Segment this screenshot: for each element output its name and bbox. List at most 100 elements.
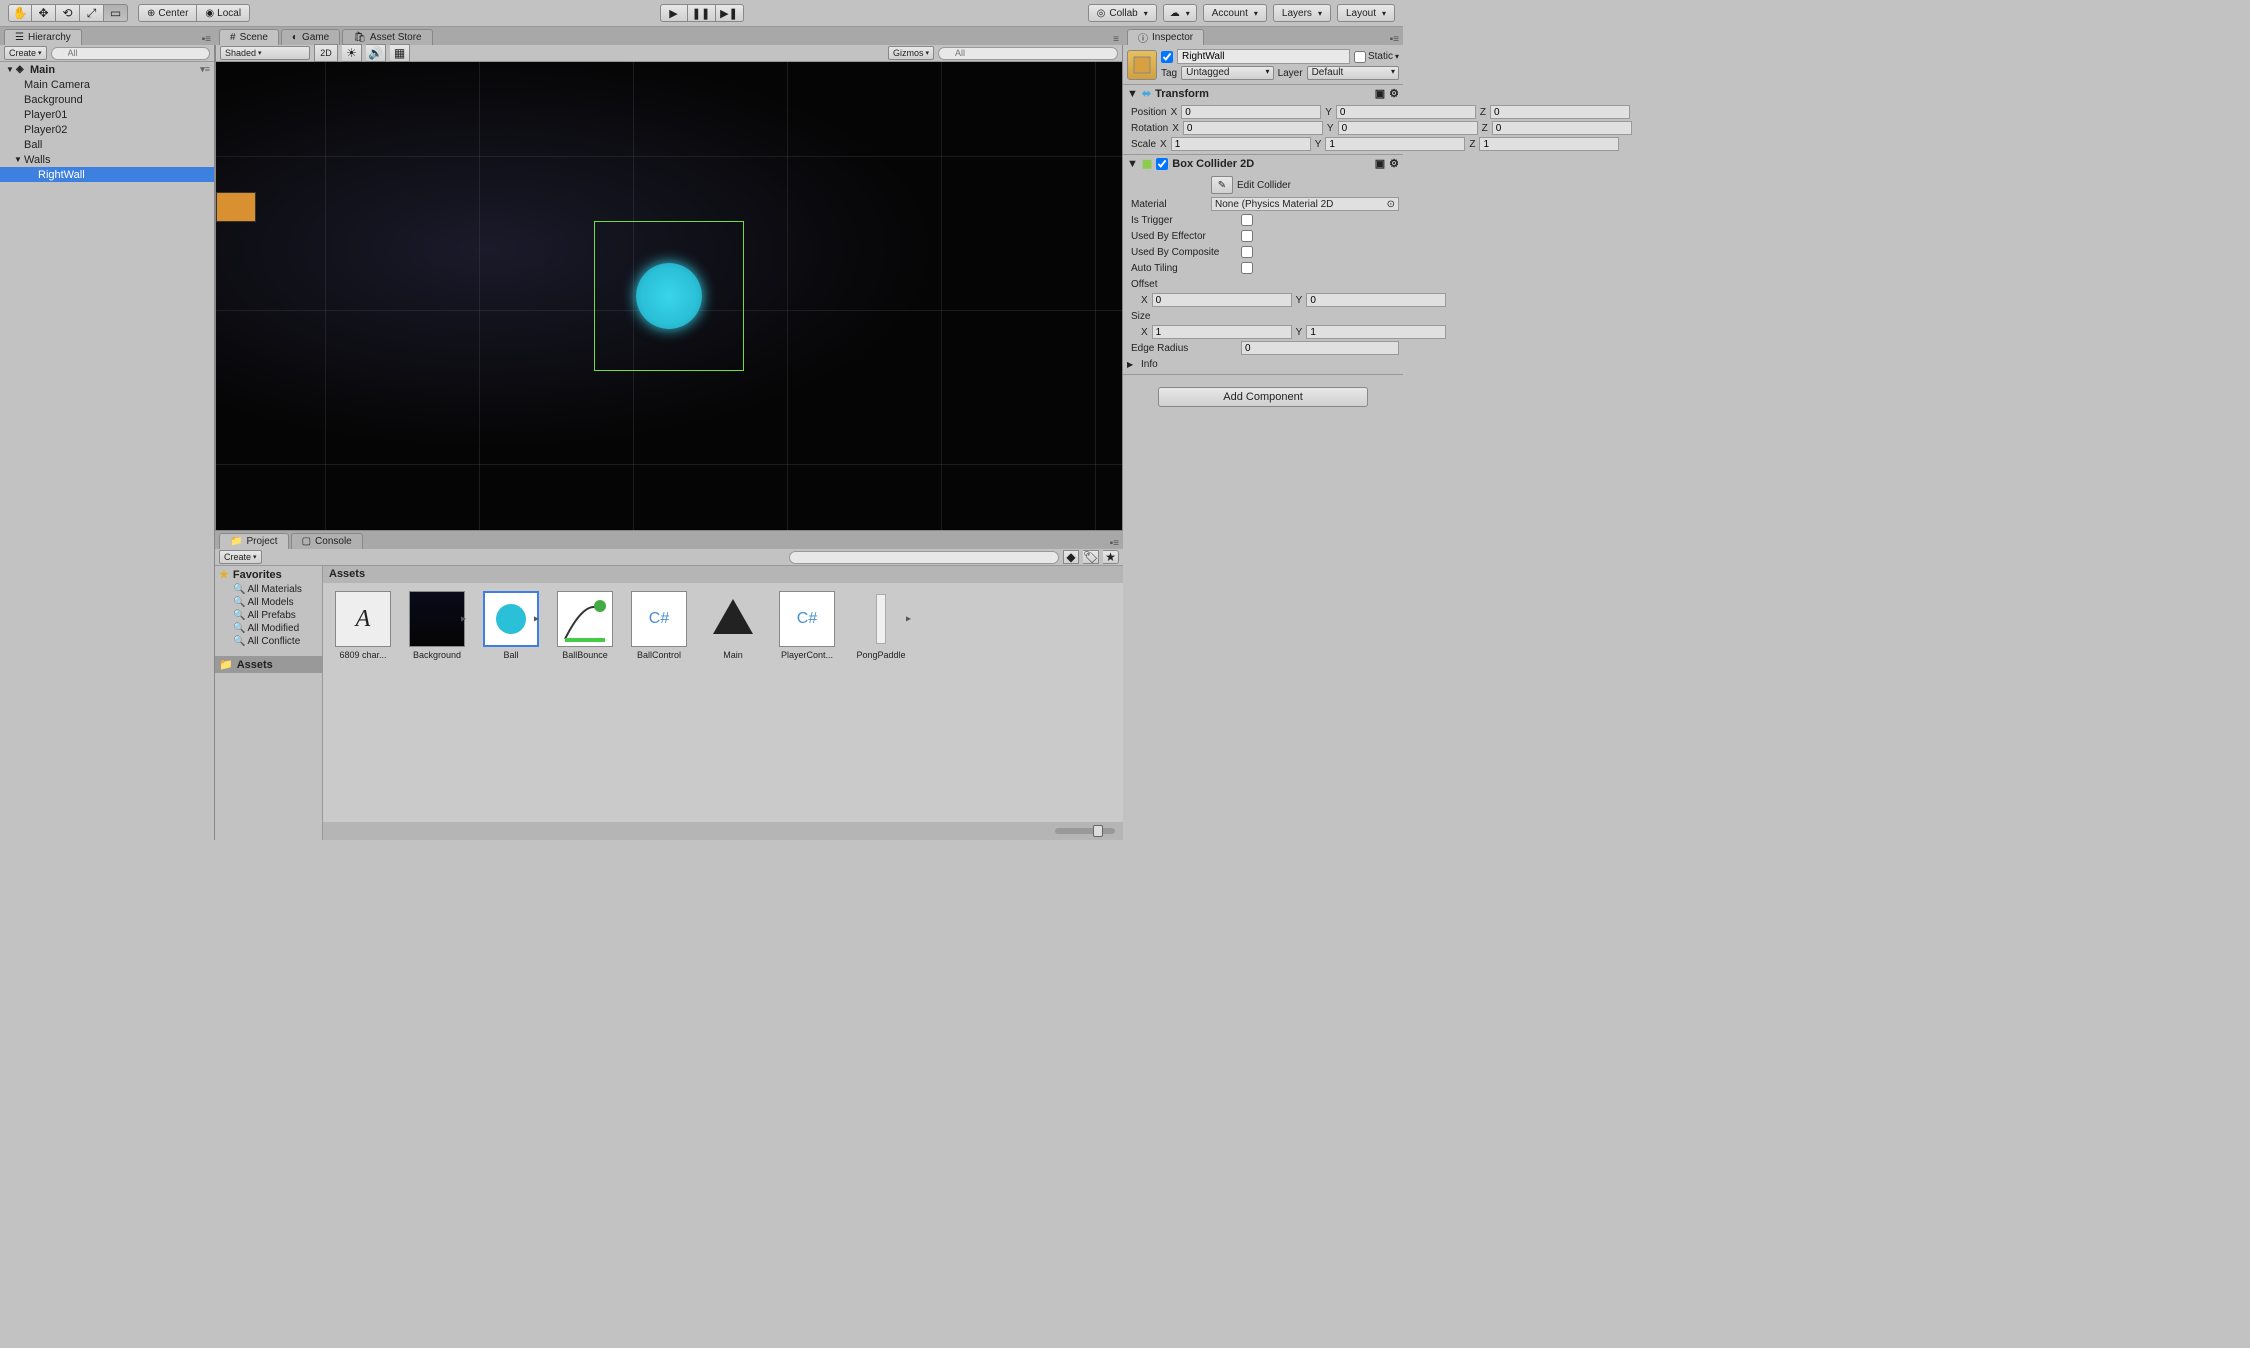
position-x-input[interactable]	[1181, 105, 1321, 119]
gizmos-dropdown[interactable]: Gizmos	[888, 46, 934, 60]
gameobject-name-input[interactable]	[1177, 49, 1350, 64]
asset-ballcontrol[interactable]: C#BallControl	[627, 591, 691, 660]
used-by-effector-checkbox[interactable]	[1241, 230, 1253, 242]
audio-toggle[interactable]: 🔊	[366, 44, 386, 62]
light-toggle[interactable]: ☀	[342, 44, 362, 62]
cloud-button[interactable]: ☁	[1163, 4, 1197, 22]
tab-project[interactable]: 📁Project	[219, 533, 289, 549]
scale-y-input[interactable]	[1325, 137, 1465, 151]
hierarchy-item-rightwall[interactable]: RightWall	[0, 167, 214, 182]
scale-x-input[interactable]	[1171, 137, 1311, 151]
edge-radius-input[interactable]	[1241, 341, 1399, 355]
gear-icon[interactable]: ⚙	[1389, 157, 1399, 170]
move-tool[interactable]: ✥	[32, 4, 56, 22]
rotate-tool[interactable]: ⟲	[56, 4, 80, 22]
rotation-x-input[interactable]	[1183, 121, 1323, 135]
favorite-all-models[interactable]: 🔍All Models	[215, 596, 322, 609]
size-y-input[interactable]	[1306, 325, 1446, 339]
offset-y-input[interactable]	[1306, 293, 1446, 307]
favorite-all-materials[interactable]: 🔍All Materials	[215, 583, 322, 596]
pivot-center-button[interactable]: ⊕Center	[138, 4, 197, 22]
help-icon[interactable]: ▣	[1375, 157, 1385, 170]
tab-asset-store[interactable]: 🛍Asset Store	[342, 29, 432, 45]
tab-console[interactable]: ▢Console	[291, 533, 363, 549]
is-trigger-checkbox[interactable]	[1241, 214, 1253, 226]
help-icon[interactable]: ▣	[1375, 87, 1385, 100]
tab-inspector[interactable]: ⓘInspector	[1127, 29, 1204, 45]
fx-toggle[interactable]: ▦	[390, 44, 410, 62]
mode-2d-toggle[interactable]: 2D	[314, 44, 338, 62]
tab-game[interactable]: ◐Game	[281, 29, 340, 45]
favorite-all-prefabs[interactable]: 🔍All Prefabs	[215, 609, 322, 622]
tag-dropdown[interactable]: Untagged	[1181, 66, 1273, 80]
gameobject-icon[interactable]	[1127, 50, 1157, 80]
assets-folder[interactable]: 📁Assets	[215, 656, 322, 673]
hierarchy-list[interactable]: ▼◈Main▾≡ Main Camera Background Player01…	[0, 62, 214, 840]
step-button[interactable]: ▶❚	[716, 4, 744, 22]
scale-z-input[interactable]	[1479, 137, 1619, 151]
pivot-local-button[interactable]: ◉Local	[197, 4, 250, 22]
tab-scene[interactable]: #Scene	[219, 29, 279, 45]
hierarchy-item-camera[interactable]: Main Camera	[0, 77, 214, 92]
used-by-composite-checkbox[interactable]	[1241, 246, 1253, 258]
shading-dropdown[interactable]: Shaded	[220, 46, 310, 60]
hierarchy-panel-menu[interactable]: ▪≡	[202, 34, 215, 45]
add-component-button[interactable]: Add Component	[1158, 387, 1368, 407]
object-picker-icon[interactable]: ⊙	[1387, 199, 1395, 210]
hierarchy-item-walls[interactable]: ▼Walls	[0, 152, 214, 167]
breadcrumb[interactable]: Assets	[323, 566, 1123, 583]
offset-x-input[interactable]	[1152, 293, 1292, 307]
asset-pongpaddle[interactable]: ▸PongPaddle	[849, 591, 913, 660]
favorite-all-modified[interactable]: 🔍All Modified	[215, 622, 322, 635]
boxcollider-header[interactable]: ▼ ▦ Box Collider 2D ▣ ⚙	[1123, 155, 1403, 172]
project-panel-menu[interactable]: ▪≡	[1110, 538, 1123, 549]
material-field[interactable]: None (Physics Material 2D⊙	[1211, 197, 1399, 211]
hierarchy-item-player01[interactable]: Player01	[0, 107, 214, 122]
favorites-header[interactable]: ★Favorites	[215, 566, 322, 583]
edit-collider-button[interactable]: ✎	[1211, 176, 1233, 194]
static-toggle[interactable]: Static▾	[1354, 51, 1399, 63]
project-create-dropdown[interactable]: Create	[219, 550, 262, 564]
gameobject-active-checkbox[interactable]	[1161, 51, 1173, 63]
boxcollider-enable-checkbox[interactable]	[1156, 158, 1168, 170]
layer-dropdown[interactable]: Default	[1307, 66, 1399, 80]
asset-background[interactable]: ▸Background	[405, 591, 469, 660]
position-y-input[interactable]	[1336, 105, 1476, 119]
asset-font[interactable]: A6809 char...	[331, 591, 395, 660]
asset-main-scene[interactable]: Main	[701, 591, 765, 660]
hierarchy-item-player02[interactable]: Player02	[0, 122, 214, 137]
hand-tool[interactable]: ✋	[8, 4, 32, 22]
hierarchy-search-input[interactable]	[51, 47, 210, 60]
hierarchy-item-ball[interactable]: Ball	[0, 137, 214, 152]
inspector-panel-menu[interactable]: ▪≡	[1390, 34, 1403, 45]
collab-dropdown[interactable]: ◎Collab	[1088, 4, 1157, 22]
hierarchy-scene[interactable]: ▼◈Main▾≡	[0, 62, 214, 77]
filter-type-button[interactable]: ◆	[1063, 550, 1079, 564]
hierarchy-create-dropdown[interactable]: Create	[4, 46, 47, 60]
auto-tiling-checkbox[interactable]	[1241, 262, 1253, 274]
rotation-y-input[interactable]	[1338, 121, 1478, 135]
favorite-button[interactable]: ★	[1103, 550, 1119, 564]
filter-label-button[interactable]: 🏷	[1083, 550, 1099, 564]
gear-icon[interactable]: ⚙	[1389, 87, 1399, 100]
project-search-input[interactable]	[789, 551, 1059, 564]
thumbnail-size-slider[interactable]	[1055, 828, 1115, 834]
scale-tool[interactable]: ⤢	[80, 4, 104, 22]
position-z-input[interactable]	[1490, 105, 1630, 119]
asset-ballbounce[interactable]: BallBounce	[553, 591, 617, 660]
scene-viewport[interactable]	[216, 62, 1122, 530]
expand-icon[interactable]: ▶	[1127, 360, 1137, 369]
rect-tool[interactable]: ▭	[104, 4, 128, 22]
asset-ball[interactable]: ▸Ball	[479, 591, 543, 660]
transform-header[interactable]: ▼ ⬌ Transform ▣ ⚙	[1123, 85, 1403, 102]
play-button[interactable]: ▶	[660, 4, 688, 22]
scene-panel-menu[interactable]: ≡	[1113, 34, 1123, 45]
tab-hierarchy[interactable]: ☰Hierarchy	[4, 29, 82, 45]
hierarchy-item-background[interactable]: Background	[0, 92, 214, 107]
size-x-input[interactable]	[1152, 325, 1292, 339]
account-dropdown[interactable]: Account	[1203, 4, 1267, 22]
pause-button[interactable]: ❚❚	[688, 4, 716, 22]
scene-menu-icon[interactable]: ▾≡	[200, 64, 210, 75]
layout-dropdown[interactable]: Layout	[1337, 4, 1395, 22]
favorite-all-conflicted[interactable]: 🔍All Conflicte	[215, 635, 322, 648]
